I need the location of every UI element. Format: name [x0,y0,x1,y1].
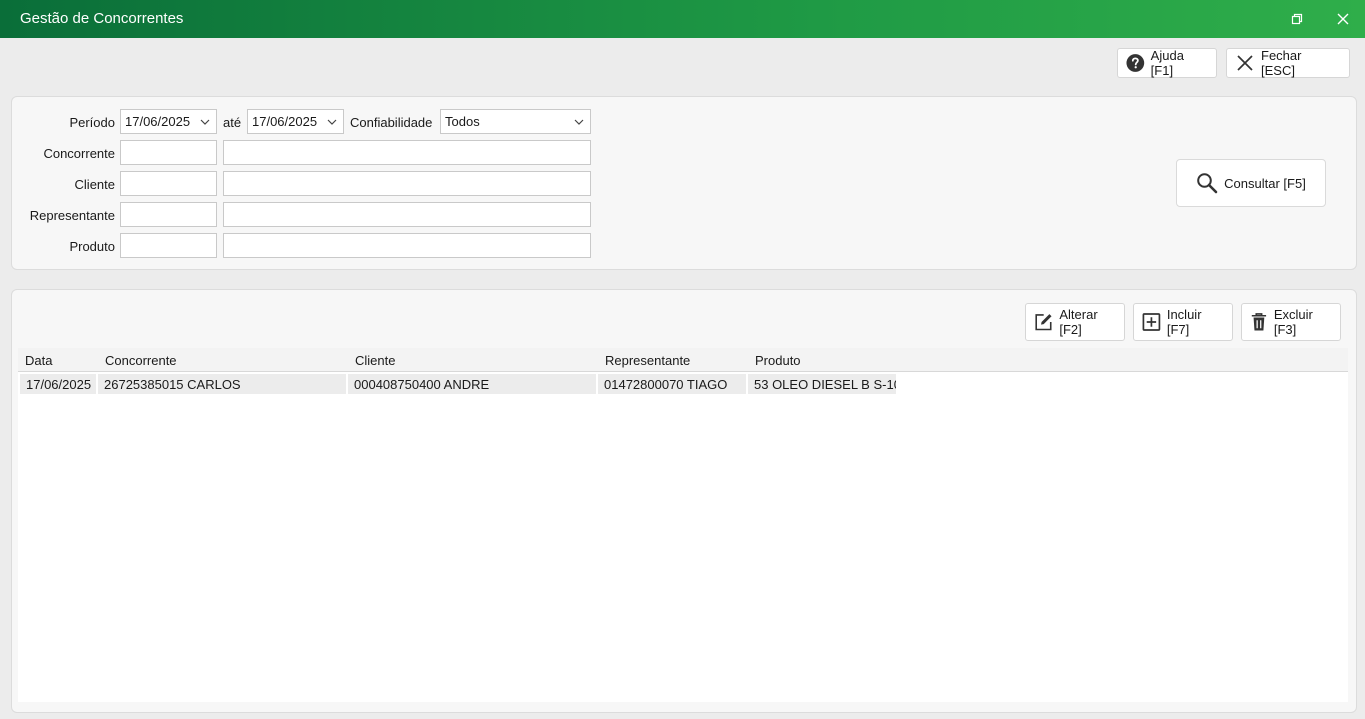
help-icon [1126,54,1145,72]
close-window-button[interactable] [1332,8,1354,30]
results-panel: Alterar [F2] Incluir [F7] Excluir [F3] D… [11,289,1357,713]
restore-window-button[interactable] [1286,8,1308,30]
representante-label: Representante [29,208,115,223]
edit-button-label: Alterar [F2] [1059,307,1098,337]
produto-code-input[interactable] [120,233,217,258]
results-grid: Data Concorrente Cliente Representante P… [18,348,1348,702]
concorrente-name-input[interactable] [223,140,591,165]
grid-header: Data Concorrente Cliente Representante P… [18,348,1348,372]
filter-panel: Período 17/06/2025 até 17/06/2025 Confia… [11,96,1357,270]
cliente-name-input[interactable] [223,171,591,196]
chevron-down-icon [200,119,210,125]
periodo-label: Período [69,115,115,130]
search-button[interactable]: Consultar [F5] [1176,159,1326,207]
cell-concorrente: 26725385015 CARLOS [98,374,346,394]
ate-label: até [223,115,242,130]
representante-name-input[interactable] [223,202,591,227]
representante-code-input[interactable] [120,202,217,227]
close-icon [1337,13,1349,25]
close-x-icon [1237,55,1253,71]
window-title: Gestão de Concorrentes [20,10,184,27]
help-button[interactable]: Ajuda [F1] [1117,48,1217,78]
periodo-end-value: 17/06/2025 [252,114,318,129]
restore-icon [1291,13,1303,25]
cell-data: 17/06/2025 [20,374,96,394]
search-button-label: Consultar [F5] [1224,175,1306,191]
column-header-data[interactable]: Data [25,353,52,368]
cell-cliente: 000408750400 ANDRE [348,374,596,394]
periodo-start-value: 17/06/2025 [125,114,191,129]
delete-button-label: Excluir [F3] [1273,307,1313,337]
trash-icon [1251,313,1267,331]
column-header-cliente[interactable]: Cliente [355,353,395,368]
produto-label: Produto [69,239,115,254]
cell-produto: 53 OLEO DIESEL B S-10 [748,374,896,394]
help-button-label: Ajuda [F1] [1150,48,1184,78]
column-header-produto[interactable]: Produto [755,353,801,368]
add-button-label: Incluir [F7] [1166,307,1202,337]
concorrente-code-input[interactable] [120,140,217,165]
periodo-end-select[interactable]: 17/06/2025 [247,109,344,134]
add-icon [1142,313,1161,331]
cliente-code-input[interactable] [120,171,217,196]
confiabilidade-select[interactable]: Todos [440,109,591,134]
confiabilidade-label: Confiabilidade [350,115,433,130]
chevron-down-icon [327,119,337,125]
delete-button[interactable]: Excluir [F3] [1241,303,1341,341]
column-header-concorrente[interactable]: Concorrente [105,353,177,368]
title-bar: Gestão de Concorrentes [0,0,1365,38]
table-row[interactable]: 17/06/2025 26725385015 CARLOS 0004087504… [18,374,1348,394]
close-button[interactable]: Fechar [ESC] [1226,48,1350,78]
search-icon [1197,173,1218,194]
add-button[interactable]: Incluir [F7] [1133,303,1233,341]
close-button-label: Fechar [ESC] [1261,48,1302,78]
edit-icon [1035,314,1052,331]
concorrente-label: Concorrente [43,146,115,161]
periodo-start-select[interactable]: 17/06/2025 [120,109,217,134]
chevron-down-icon [574,119,584,125]
produto-name-input[interactable] [223,233,591,258]
cell-representante: 01472800070 TIAGO [598,374,746,394]
confiabilidade-value: Todos [445,114,480,129]
edit-button[interactable]: Alterar [F2] [1025,303,1125,341]
cliente-label: Cliente [74,177,115,192]
column-header-representante[interactable]: Representante [605,353,690,368]
